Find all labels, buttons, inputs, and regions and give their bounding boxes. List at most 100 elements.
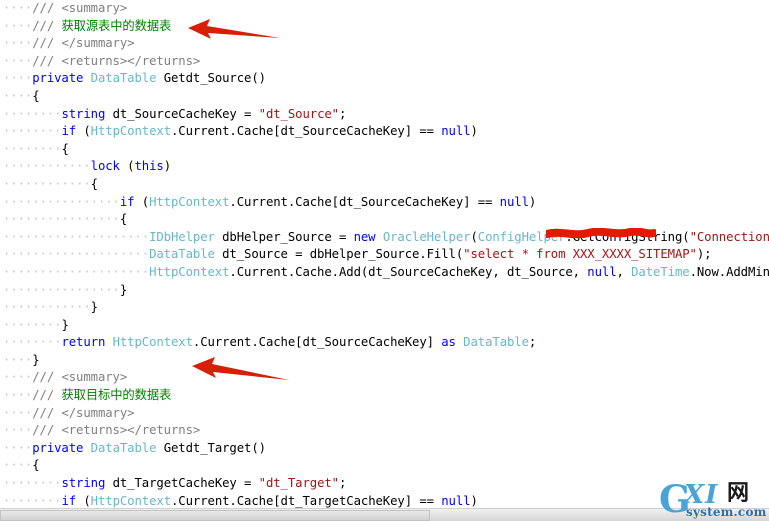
code-line[interactable]: ····private DataTable Getdt_Target() <box>0 440 769 458</box>
code-token: if <box>61 124 77 139</box>
code-line[interactable]: ····/// 获取源表中的数据表 <box>0 18 769 36</box>
code-token: 获取源表中的数据表 <box>61 18 172 33</box>
code-token: null <box>587 264 617 279</box>
code-token: ) <box>163 159 171 174</box>
code-token: .Current.Cache[dt_SourceCacheKey] == <box>229 194 500 209</box>
code-line[interactable]: ········string dt_SourceCacheKey = "dt_S… <box>0 106 769 124</box>
code-token: { <box>119 212 128 227</box>
code-token: as <box>441 335 456 350</box>
code-line[interactable]: ····/// <returns></returns> <box>0 422 769 440</box>
whitespace-guide: ············ <box>3 300 91 315</box>
code-editor-surface[interactable]: ····/// <summary> ····/// 获取源表中的数据表 ····//… <box>0 0 769 508</box>
whitespace-guide: ···················· <box>3 247 150 262</box>
code-token: { <box>32 458 40 473</box>
code-line[interactable]: ················if (HttpContext.Current.… <box>0 194 769 212</box>
whitespace-guide: ···· <box>3 440 33 455</box>
code-token: HttpContext <box>149 264 230 279</box>
code-token: } <box>61 317 69 332</box>
whitespace-guide: ···················· <box>3 229 150 244</box>
code-token: </summary> <box>61 405 135 420</box>
code-token: </summary> <box>61 36 135 51</box>
code-line[interactable]: ············} <box>0 299 769 317</box>
code-line[interactable]: ····/// 获取目标中的数据表 <box>0 387 769 405</box>
code-token: private <box>32 440 91 455</box>
code-token: /// <box>32 36 62 51</box>
code-line[interactable]: ····················DataTable dt_Source … <box>0 246 769 264</box>
code-token: ) <box>470 124 478 139</box>
code-line[interactable]: ····} <box>0 352 769 370</box>
code-line[interactable]: ················} <box>0 282 769 300</box>
code-token: ) <box>470 493 478 508</box>
whitespace-guide: ···· <box>3 18 33 33</box>
horizontal-scrollbar-thumb[interactable] <box>0 510 430 521</box>
code-line[interactable]: ············lock (this) <box>0 158 769 176</box>
code-line[interactable]: ············{ <box>0 176 769 194</box>
code-line[interactable]: ····/// <summary> <box>0 369 769 387</box>
code-token: return <box>61 335 106 350</box>
code-token: } <box>32 352 40 367</box>
code-token: null <box>499 194 529 209</box>
code-token: } <box>119 282 128 297</box>
whitespace-guide: ················ <box>3 212 120 227</box>
code-token: /// <box>32 18 62 33</box>
code-line[interactable]: ········if (HttpContext.Current.Cache[dt… <box>0 493 769 508</box>
whitespace-guide: ···· <box>3 88 33 103</box>
code-token: DataTable <box>90 71 157 86</box>
code-line[interactable]: ····private DataTable Getdt_Source() <box>0 70 769 88</box>
horizontal-scrollbar[interactable] <box>0 508 769 521</box>
code-line[interactable]: ········string dt_TargetCacheKey = "dt_T… <box>0 475 769 493</box>
code-token: if <box>61 493 77 508</box>
code-token: ) <box>528 194 537 209</box>
code-line[interactable]: ········return HttpContext.Current.Cache… <box>0 334 769 352</box>
code-line[interactable]: ····/// </summary> <box>0 405 769 423</box>
code-line[interactable]: ········if (HttpContext.Current.Cache[dt… <box>0 123 769 141</box>
whitespace-guide: ···· <box>3 388 33 403</box>
code-line[interactable]: ········{ <box>0 141 769 159</box>
code-token: .Current.Cache[dt_SourceCacheKey] == <box>171 124 442 139</box>
code-token: ( <box>134 194 150 209</box>
whitespace-guide: ············ <box>3 176 91 191</box>
code-token: new <box>353 229 376 244</box>
code-line[interactable]: ····················IDbHelper dbHelper_S… <box>0 229 769 247</box>
code-token: ; <box>338 476 347 491</box>
whitespace-guide: ···· <box>3 458 33 473</box>
code-token: null <box>441 124 471 139</box>
code-token: DataTable <box>149 247 215 262</box>
code-token: { <box>90 176 98 191</box>
code-token: { <box>32 88 40 103</box>
code-line[interactable]: ····/// </summary> <box>0 35 769 53</box>
whitespace-guide: ········ <box>3 317 62 332</box>
whitespace-guide: ···· <box>3 36 33 51</box>
code-token: /// <box>32 388 62 403</box>
code-token: "dt_Source" <box>258 106 339 121</box>
code-token: "select * from <box>463 247 573 262</box>
code-token: dt_Source = dbHelper_Source.Fill( <box>214 247 464 262</box>
code-line[interactable]: ····{ <box>0 457 769 475</box>
code-token: .Current.Cache[dt_SourceCacheKey] <box>192 335 442 350</box>
code-token: this <box>134 159 164 174</box>
code-line[interactable]: ················{ <box>0 211 769 229</box>
code-token: <returns></returns> <box>61 53 201 68</box>
whitespace-guide: ········ <box>3 141 62 156</box>
code-line[interactable]: ····/// <summary> <box>0 0 769 18</box>
code-line[interactable]: ····/// <returns></returns> <box>0 53 769 71</box>
whitespace-guide: ············ <box>3 159 91 174</box>
code-token: dt_TargetCacheKey = <box>105 476 259 491</box>
code-line[interactable]: ····················HttpContext.Current.… <box>0 264 769 282</box>
code-token: } <box>90 300 98 315</box>
whitespace-guide: ···· <box>3 370 33 385</box>
code-token: XXX_XXXX_SITEMAP" <box>572 247 697 262</box>
code-token: ; <box>528 335 537 350</box>
whitespace-guide: ········ <box>3 335 62 350</box>
code-token: null <box>441 493 471 508</box>
code-token: ; <box>338 106 347 121</box>
whitespace-guide: ···················· <box>3 264 150 279</box>
screenshot-root: ····/// <summary> ····/// 获取源表中的数据表 ····//… <box>0 0 769 521</box>
code-line[interactable]: ········} <box>0 317 769 335</box>
code-line[interactable]: ····{ <box>0 88 769 106</box>
code-token: Getdt_Target() <box>156 440 266 455</box>
code-token: /// <box>32 423 62 438</box>
code-token: ( <box>119 159 135 174</box>
whitespace-guide: ···· <box>3 352 33 367</box>
